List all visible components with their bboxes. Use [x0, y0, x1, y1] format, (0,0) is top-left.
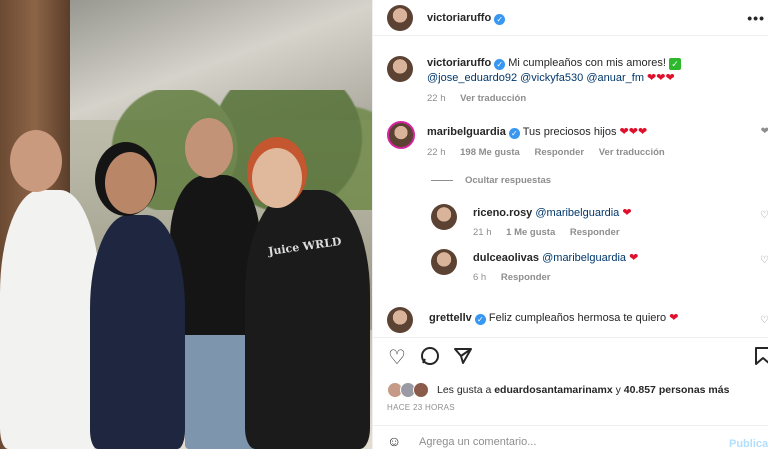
likes-and: y — [615, 384, 621, 396]
more-options-icon[interactable]: ••• — [747, 10, 765, 26]
comment-username[interactable]: maribelguardia — [427, 126, 506, 138]
liker-username[interactable]: eduardosantamarinamx — [494, 384, 612, 396]
reply-meta: 6 h Responder — [473, 272, 562, 283]
likes-text: Les gusta a eduardosantamarinamx y 40.85… — [437, 384, 729, 396]
person-4-body — [245, 190, 370, 449]
comment-username[interactable]: grettellv — [429, 312, 472, 324]
bookmark-icon[interactable] — [751, 346, 768, 370]
caption-time[interactable]: 22 h — [427, 93, 446, 104]
heart-emoji: ❤ — [629, 252, 639, 264]
publish-button[interactable]: Publicar — [729, 438, 768, 449]
mention-link[interactable]: @jose_eduardo92 — [427, 72, 517, 84]
header-username[interactable]: victoriaruffo — [427, 12, 491, 24]
reply-time[interactable]: 6 h — [473, 272, 486, 283]
heart-emoji: ❤ — [669, 312, 679, 324]
reply-time[interactable]: 21 h — [473, 227, 492, 238]
reply-text: dulceaolivas @maribelguardia ❤ — [473, 251, 638, 266]
mention-link[interactable]: @vickyfa530 — [520, 72, 583, 84]
add-comment-bar: ☺ Publicar — [373, 425, 768, 449]
liker-avatars — [387, 382, 429, 398]
person-1-body — [0, 190, 100, 449]
person-4-head — [252, 148, 302, 208]
mention-link[interactable]: @anuar_fm — [586, 72, 644, 84]
action-bar: ♡ — [373, 337, 768, 377]
caption-avatar[interactable] — [387, 56, 413, 82]
reply-username[interactable]: dulceaolivas — [473, 252, 539, 264]
hide-replies-button[interactable]: Ocultar respuestas — [431, 175, 551, 186]
person-3-head — [185, 118, 233, 178]
comment-like-heart-icon[interactable]: ♡ — [760, 315, 768, 326]
check-mark-icon: ✓ — [669, 58, 682, 70]
post-photo[interactable]: Juice WRLD — [0, 0, 372, 449]
hide-replies-label: Ocultar respuestas — [465, 175, 552, 186]
comment-likes[interactable]: 198 Me gusta — [460, 147, 520, 158]
caption-meta: 22 h Ver traducción — [427, 93, 538, 104]
reply-like-heart-icon[interactable]: ♡ — [760, 210, 768, 221]
heart-emoji: ❤❤❤ — [619, 126, 648, 138]
reply-text: riceno.rosy @maribelguardia ❤ — [473, 206, 632, 221]
liker-avatar — [413, 382, 429, 398]
verified-badge-icon: ✓ — [474, 314, 486, 325]
reply-button[interactable]: Responder — [501, 272, 551, 283]
mention-link[interactable]: @maribelguardia — [542, 252, 626, 264]
person-2-body — [90, 215, 185, 449]
reply-like-heart-icon[interactable]: ♡ — [760, 255, 768, 266]
reply-avatar[interactable] — [431, 249, 457, 275]
divider-line — [431, 179, 453, 181]
reply-avatar[interactable] — [431, 204, 457, 230]
comment-meta: 22 h 198 Me gusta Responder Ver traducci… — [427, 147, 677, 158]
comment-body: Tus preciosos hijos — [522, 126, 617, 138]
translate-link[interactable]: Ver traducción — [460, 93, 526, 104]
post-timestamp[interactable]: HACE 23 HORAS — [387, 403, 455, 412]
comment-avatar[interactable] — [387, 307, 413, 333]
comment-body: Feliz cumpleaños hermosa te quiero — [488, 312, 667, 324]
reply-button[interactable]: Responder — [570, 227, 620, 238]
verified-badge-icon: ✓ — [494, 59, 506, 70]
header-avatar[interactable] — [387, 5, 413, 31]
comments-list: victoriaruffo ✓ Mi cumpleaños con mis amo… — [373, 37, 768, 337]
comment-avatar[interactable] — [387, 121, 415, 149]
like-heart-icon[interactable]: ♡ — [385, 346, 409, 370]
comment-input[interactable] — [419, 436, 699, 448]
translate-link[interactable]: Ver traducción — [599, 147, 665, 158]
post-side-panel: victoriaruffo ✓ ••• victoriaruffo ✓ Mi cum… — [372, 0, 768, 449]
caption-text: victoriaruffo ✓ Mi cumpleaños con mis amo… — [427, 56, 747, 86]
caption-body: Mi cumpleaños con mis amores! — [508, 57, 666, 69]
comment-time[interactable]: 22 h — [427, 147, 446, 158]
reply-meta: 21 h 1 Me gusta Responder — [473, 227, 632, 238]
mention-link[interactable]: @maribelguardia — [535, 207, 619, 219]
heart-emoji: ❤ — [622, 207, 632, 219]
reply-button[interactable]: Responder — [534, 147, 584, 158]
comment-like-heart-icon[interactable]: ❤ — [761, 126, 768, 137]
reply-likes[interactable]: 1 Me gusta — [506, 227, 555, 238]
heart-emoji: ❤❤❤ — [647, 72, 675, 84]
smiley-emoji-icon[interactable]: ☺ — [387, 433, 401, 449]
person-1-head — [10, 130, 62, 192]
person-2-head — [105, 152, 155, 214]
comment-text: grettellv ✓ Feliz cumpleaños hermosa te q… — [429, 311, 678, 326]
verified-badge-icon: ✓ — [508, 128, 520, 139]
comment-icon[interactable] — [418, 346, 442, 370]
likes-prefix: Les gusta a — [437, 384, 492, 396]
reply-username[interactable]: riceno.rosy — [473, 207, 532, 219]
likes-count[interactable]: 40.857 personas más — [624, 384, 730, 396]
share-paper-plane-icon[interactable] — [451, 346, 475, 370]
header-user: victoriaruffo ✓ — [427, 12, 506, 25]
caption-username[interactable]: victoriaruffo — [427, 57, 491, 69]
post-header: victoriaruffo ✓ ••• — [373, 0, 768, 36]
verified-badge-icon: ✓ — [494, 14, 506, 25]
comment-text: maribelguardia ✓ Tus preciosos hijos ❤❤❤ — [427, 125, 647, 140]
